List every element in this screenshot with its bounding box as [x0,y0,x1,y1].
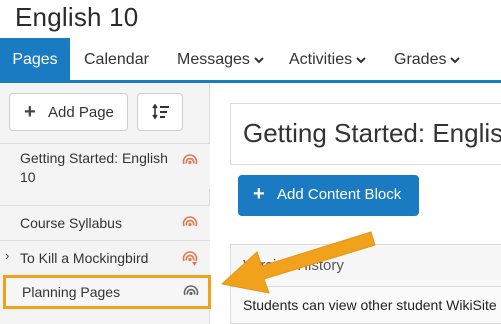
version-history-panel: Version History Students can view other … [230,244,501,324]
version-history-heading: Version History [243,257,344,274]
broadcast-icon[interactable] [183,284,199,300]
page-editor: Getting Started: English 10 + Add Conten… [230,103,501,324]
add-page-label: Add Page [48,104,114,121]
sort-icon [152,104,169,120]
chevron-down-icon [356,57,366,64]
tab-messages-label: Messages [177,51,250,68]
add-content-block-label: Add Content Block [277,186,402,203]
course-title: English 10 [15,2,139,32]
add-page-button[interactable]: + Add Page [9,93,128,131]
tab-pages[interactable]: Pages [0,38,70,80]
plus-icon: + [253,183,265,205]
reorder-pages-button[interactable] [137,93,183,131]
sidebar-item-course-syllabus[interactable]: Course Syllabus [0,205,210,240]
tab-grades-label: Grades [394,51,447,68]
version-history-text: Students can view other student WikiSite [243,297,497,313]
broadcast-restricted-icon[interactable] [182,250,198,267]
page-item-title: To Kill a Mockingbird [20,250,149,266]
tab-grades[interactable]: Grades [394,38,461,80]
tab-calendar-label: Calendar [84,51,149,68]
page-title-panel: Getting Started: English 10 [230,103,501,165]
page-title[interactable]: Getting Started: English 10 [243,118,501,149]
version-history-header[interactable]: Version History [231,245,501,287]
tab-activities[interactable]: Activities [289,38,366,80]
expand-chevron-icon[interactable]: › [5,248,9,263]
pages-sidebar: + Add Page Getting Started: English 10 C… [0,83,211,324]
chevron-down-icon [450,57,461,64]
sidebar-item-to-kill-a-mockingbird[interactable]: › To Kill a Mockingbird [0,240,210,275]
page-item-title: Getting Started: English 10 [20,150,168,185]
sidebar-item-planning-pages[interactable]: Planning Pages [3,275,211,309]
plus-icon: + [24,101,36,123]
broadcast-icon[interactable] [182,215,198,231]
add-content-block-button[interactable]: + Add Content Block [238,175,419,216]
page-item-title: Course Syllabus [20,215,122,231]
tab-calendar[interactable]: Calendar [84,38,149,80]
tab-pages-label: Pages [12,51,58,68]
broadcast-icon[interactable] [182,153,198,169]
tab-activities-label: Activities [289,51,353,68]
sidebar-item-getting-started[interactable]: Getting Started: English 10 [0,143,210,189]
chevron-down-icon [254,57,264,64]
tab-messages[interactable]: Messages [177,38,264,80]
page-item-title: Planning Pages [22,284,121,300]
course-navbar: Pages Calendar Messages Activities Grade… [0,38,501,83]
